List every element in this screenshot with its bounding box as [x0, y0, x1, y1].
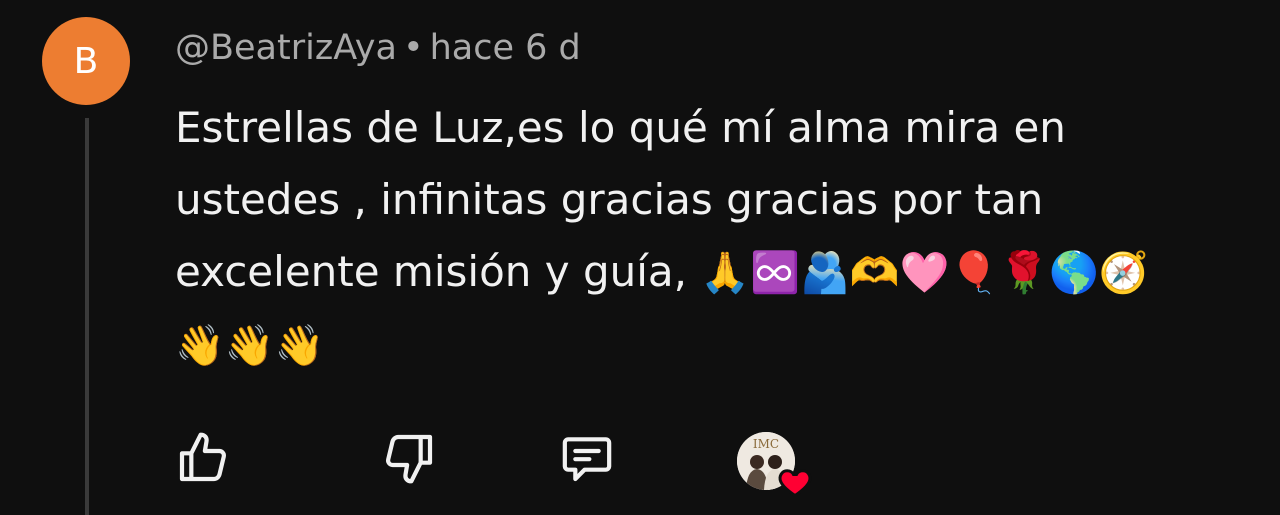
comment-header: @BeatrizAya • hace 6 d: [175, 26, 581, 70]
comment: B @BeatrizAya • hace 6 d Estrellas de Luz,…: [0, 0, 1280, 515]
comment-icon: [562, 437, 612, 482]
comment-actions: IMC: [0, 420, 1280, 510]
thumbs-down-icon: [386, 434, 433, 484]
author-name[interactable]: @BeatrizAya: [175, 28, 397, 68]
like-button[interactable]: [173, 428, 233, 488]
creator-badge-text: IMC: [753, 437, 779, 451]
separator-dot: •: [402, 28, 424, 68]
timestamp[interactable]: hace 6 d: [430, 28, 581, 68]
comment-text: Estrellas de Luz,es lo qué mí alma mira …: [175, 92, 1265, 382]
heart-icon: [778, 469, 812, 498]
thumbs-up-icon: [179, 432, 226, 482]
creator-heart-badge: IMC: [737, 432, 812, 498]
avatar[interactable]: B: [42, 17, 130, 105]
avatar-letter: B: [73, 40, 99, 82]
dislike-button[interactable]: [379, 428, 439, 488]
reply-button[interactable]: [557, 428, 617, 488]
